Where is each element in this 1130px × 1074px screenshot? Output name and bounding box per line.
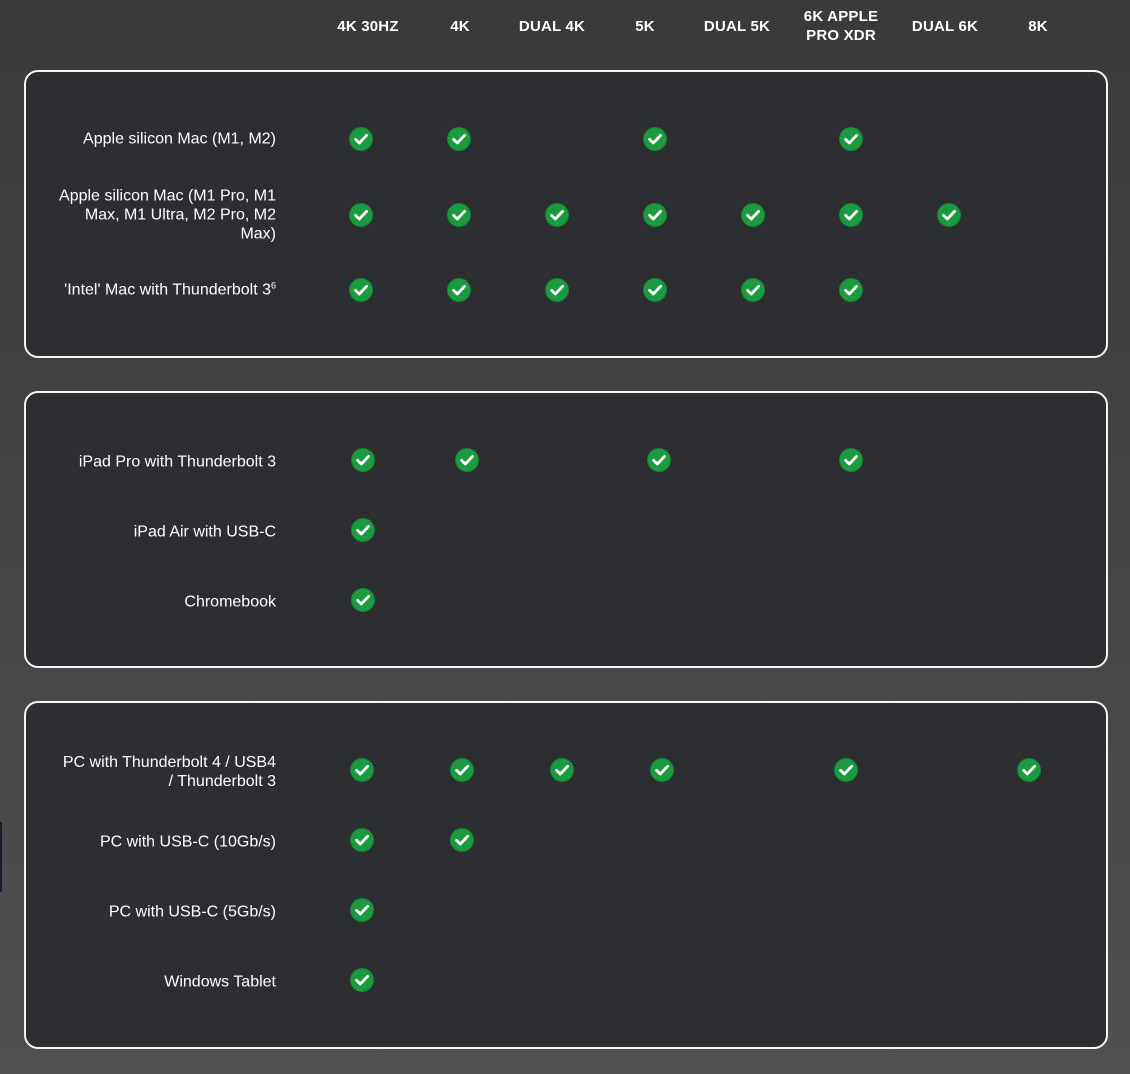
column-header-dual-5k: DUAL 5K xyxy=(703,17,771,35)
check-circle-icon xyxy=(350,898,374,922)
check-circle-icon xyxy=(839,448,863,472)
check-circle-icon xyxy=(839,203,863,227)
check-circle-icon xyxy=(351,518,375,542)
footnote-marker: 6 xyxy=(270,280,276,291)
check-circle-icon xyxy=(455,448,479,472)
check-circle-icon xyxy=(447,127,471,151)
check-circle-icon xyxy=(643,203,667,227)
check-circle-icon xyxy=(650,758,674,782)
check-circle-icon xyxy=(647,448,671,472)
row-label: PC with Thunderbolt 4 / USB4 / Thunderbo… xyxy=(62,754,276,790)
group-mac: Apple silicon Mac (M1, M2) Apple silicon… xyxy=(24,70,1108,358)
check-circle-icon xyxy=(643,127,667,151)
row-label: iPad Pro with Thunderbolt 3 xyxy=(78,453,276,471)
row-label: Apple silicon Mac (M1, M2) xyxy=(83,130,276,148)
check-circle-icon xyxy=(349,278,373,302)
left-edge-marker xyxy=(0,822,2,892)
check-circle-icon xyxy=(545,278,569,302)
check-circle-icon xyxy=(834,758,858,782)
check-circle-icon xyxy=(350,758,374,782)
check-circle-icon xyxy=(741,278,765,302)
check-circle-icon xyxy=(447,278,471,302)
check-circle-icon xyxy=(741,203,765,227)
row-label-text: 'Intel' Mac with Thunderbolt 3 xyxy=(64,281,271,299)
check-circle-icon xyxy=(450,758,474,782)
check-circle-icon xyxy=(937,203,961,227)
row-label: PC with USB-C (5Gb/s) xyxy=(108,903,276,921)
column-header-row: 4K 30HZ 4K DUAL 4K 5K DUAL 5K 6K APPLE P… xyxy=(0,0,1130,60)
check-circle-icon xyxy=(350,968,374,992)
check-circle-icon xyxy=(349,127,373,151)
row-label: PC with USB-C (10Gb/s) xyxy=(99,833,276,851)
column-header-8k: 8K xyxy=(1028,17,1048,35)
check-circle-icon xyxy=(349,203,373,227)
check-circle-icon xyxy=(350,828,374,852)
row-label: Apple silicon Mac (M1 Pro, M1 Max, M1 Ul… xyxy=(59,187,276,243)
check-circle-icon xyxy=(447,203,471,227)
check-circle-icon xyxy=(545,203,569,227)
check-circle-icon xyxy=(450,828,474,852)
check-circle-icon xyxy=(1017,758,1041,782)
check-circle-icon xyxy=(839,127,863,151)
row-label: iPad Air with USB-C xyxy=(133,523,276,541)
check-circle-icon xyxy=(351,448,375,472)
row-label: Windows Tablet xyxy=(164,973,276,991)
group-tablets: iPad Pro with Thunderbolt 3 iPad Air wit… xyxy=(24,391,1108,668)
check-circle-icon xyxy=(351,588,375,612)
check-circle-icon xyxy=(839,278,863,302)
group-pc: PC with Thunderbolt 4 / USB4 / Thunderbo… xyxy=(24,701,1108,1049)
row-label: 'Intel' Mac with Thunderbolt 36 xyxy=(46,281,276,300)
check-circle-icon xyxy=(550,758,574,782)
row-label: Chromebook xyxy=(184,593,276,611)
check-circle-icon xyxy=(643,278,667,302)
column-header-6k-apple-pro-xdr: 6K APPLE PRO XDR xyxy=(803,8,879,44)
